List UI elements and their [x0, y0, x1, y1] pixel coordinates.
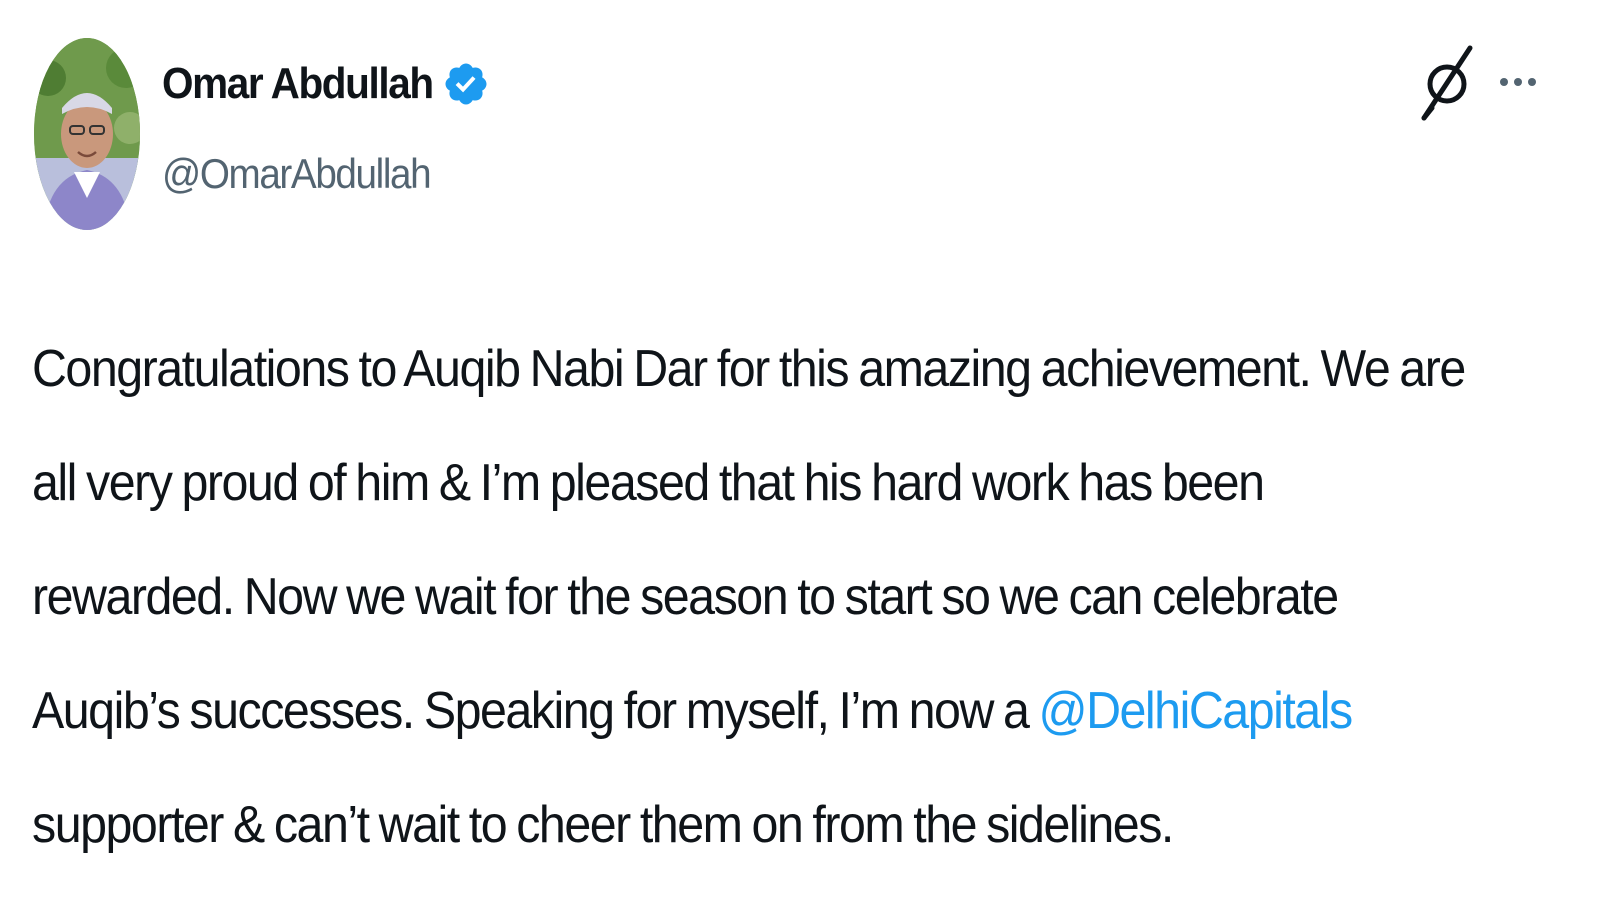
- avatar-photo: [34, 38, 140, 230]
- author-name-row: Omar Abdullah: [162, 52, 490, 116]
- tweet-text-line: Congratulations to Auqib Nabi Dar for th…: [32, 340, 1466, 398]
- tweet-card: Omar Abdullah @OmarAbdullah Congratulati…: [0, 0, 1600, 900]
- author-handle[interactable]: @OmarAbdullah: [162, 150, 432, 198]
- mention-link-delhicapitals[interactable]: @DelhiCapitals: [1038, 682, 1353, 740]
- more-horizontal-icon[interactable]: [1494, 62, 1542, 102]
- verified-badge-icon: [445, 63, 487, 105]
- tweet-text-line: Auqib’s successes. Speaking for myself, …: [32, 654, 1469, 768]
- grok-icon[interactable]: [1418, 42, 1476, 124]
- author-display-name[interactable]: Omar Abdullah: [162, 59, 434, 109]
- tweet-text-line: rewarded. Now we wait for the season to …: [32, 568, 1339, 626]
- tweet-text: Congratulations to Auqib Nabi Dar for th…: [32, 312, 1577, 882]
- tweet-text-segment: Auqib’s successes. Speaking for myself, …: [32, 682, 1039, 740]
- avatar[interactable]: [34, 38, 140, 230]
- tweet-text-line: supporter & can’t wait to cheer them on …: [32, 796, 1174, 854]
- tweet-text-line: all very proud of him & I’m pleased that…: [32, 454, 1265, 512]
